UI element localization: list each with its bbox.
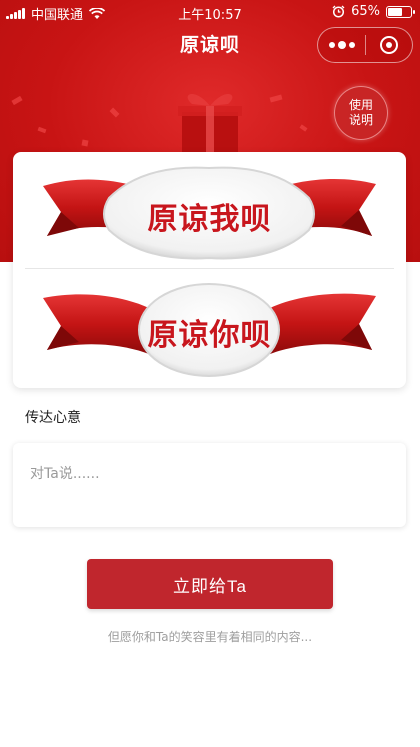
confetti-decoration — [109, 107, 120, 118]
option-forgive-me-label: 原谅我呗 — [147, 202, 272, 237]
help-button-label: 使用说明 — [348, 98, 373, 127]
more-icon[interactable] — [318, 28, 365, 62]
submit-button-label: 立即给Ta — [173, 576, 247, 596]
option-forgive-you[interactable]: 原谅你呗 — [13, 274, 406, 384]
divider — [25, 268, 394, 269]
gift-box-icon — [178, 94, 242, 152]
message-input[interactable] — [30, 463, 390, 513]
submit-button[interactable]: 立即给Ta — [87, 559, 333, 609]
confetti-decoration — [299, 124, 308, 132]
confetti-decoration — [37, 126, 47, 134]
battery-icon — [386, 5, 415, 18]
status-bar: 中国联通 上午10:57 65% — [0, 0, 420, 24]
alarm-icon — [332, 5, 345, 18]
options-card: 原谅我呗 原谅你呗 — [13, 152, 406, 388]
battery-percent: 65% — [351, 4, 380, 19]
confetti-decoration — [11, 95, 23, 106]
status-right: 65% — [332, 4, 415, 19]
message-box — [13, 443, 406, 527]
confetti-decoration — [81, 139, 89, 147]
help-button[interactable]: 使用说明 — [334, 86, 388, 140]
battery-fill — [388, 7, 403, 16]
message-section-label: 传达心意 — [25, 410, 81, 426]
option-forgive-you-label: 原谅你呗 — [147, 318, 272, 353]
footer-note: 但愿你和Ta的笑容里有着相同的内容... — [107, 630, 313, 644]
close-icon[interactable] — [366, 28, 412, 62]
miniprogram-capsule — [317, 27, 413, 63]
confetti-decoration — [269, 94, 283, 103]
option-forgive-me[interactable]: 原谅我呗 — [13, 156, 406, 266]
